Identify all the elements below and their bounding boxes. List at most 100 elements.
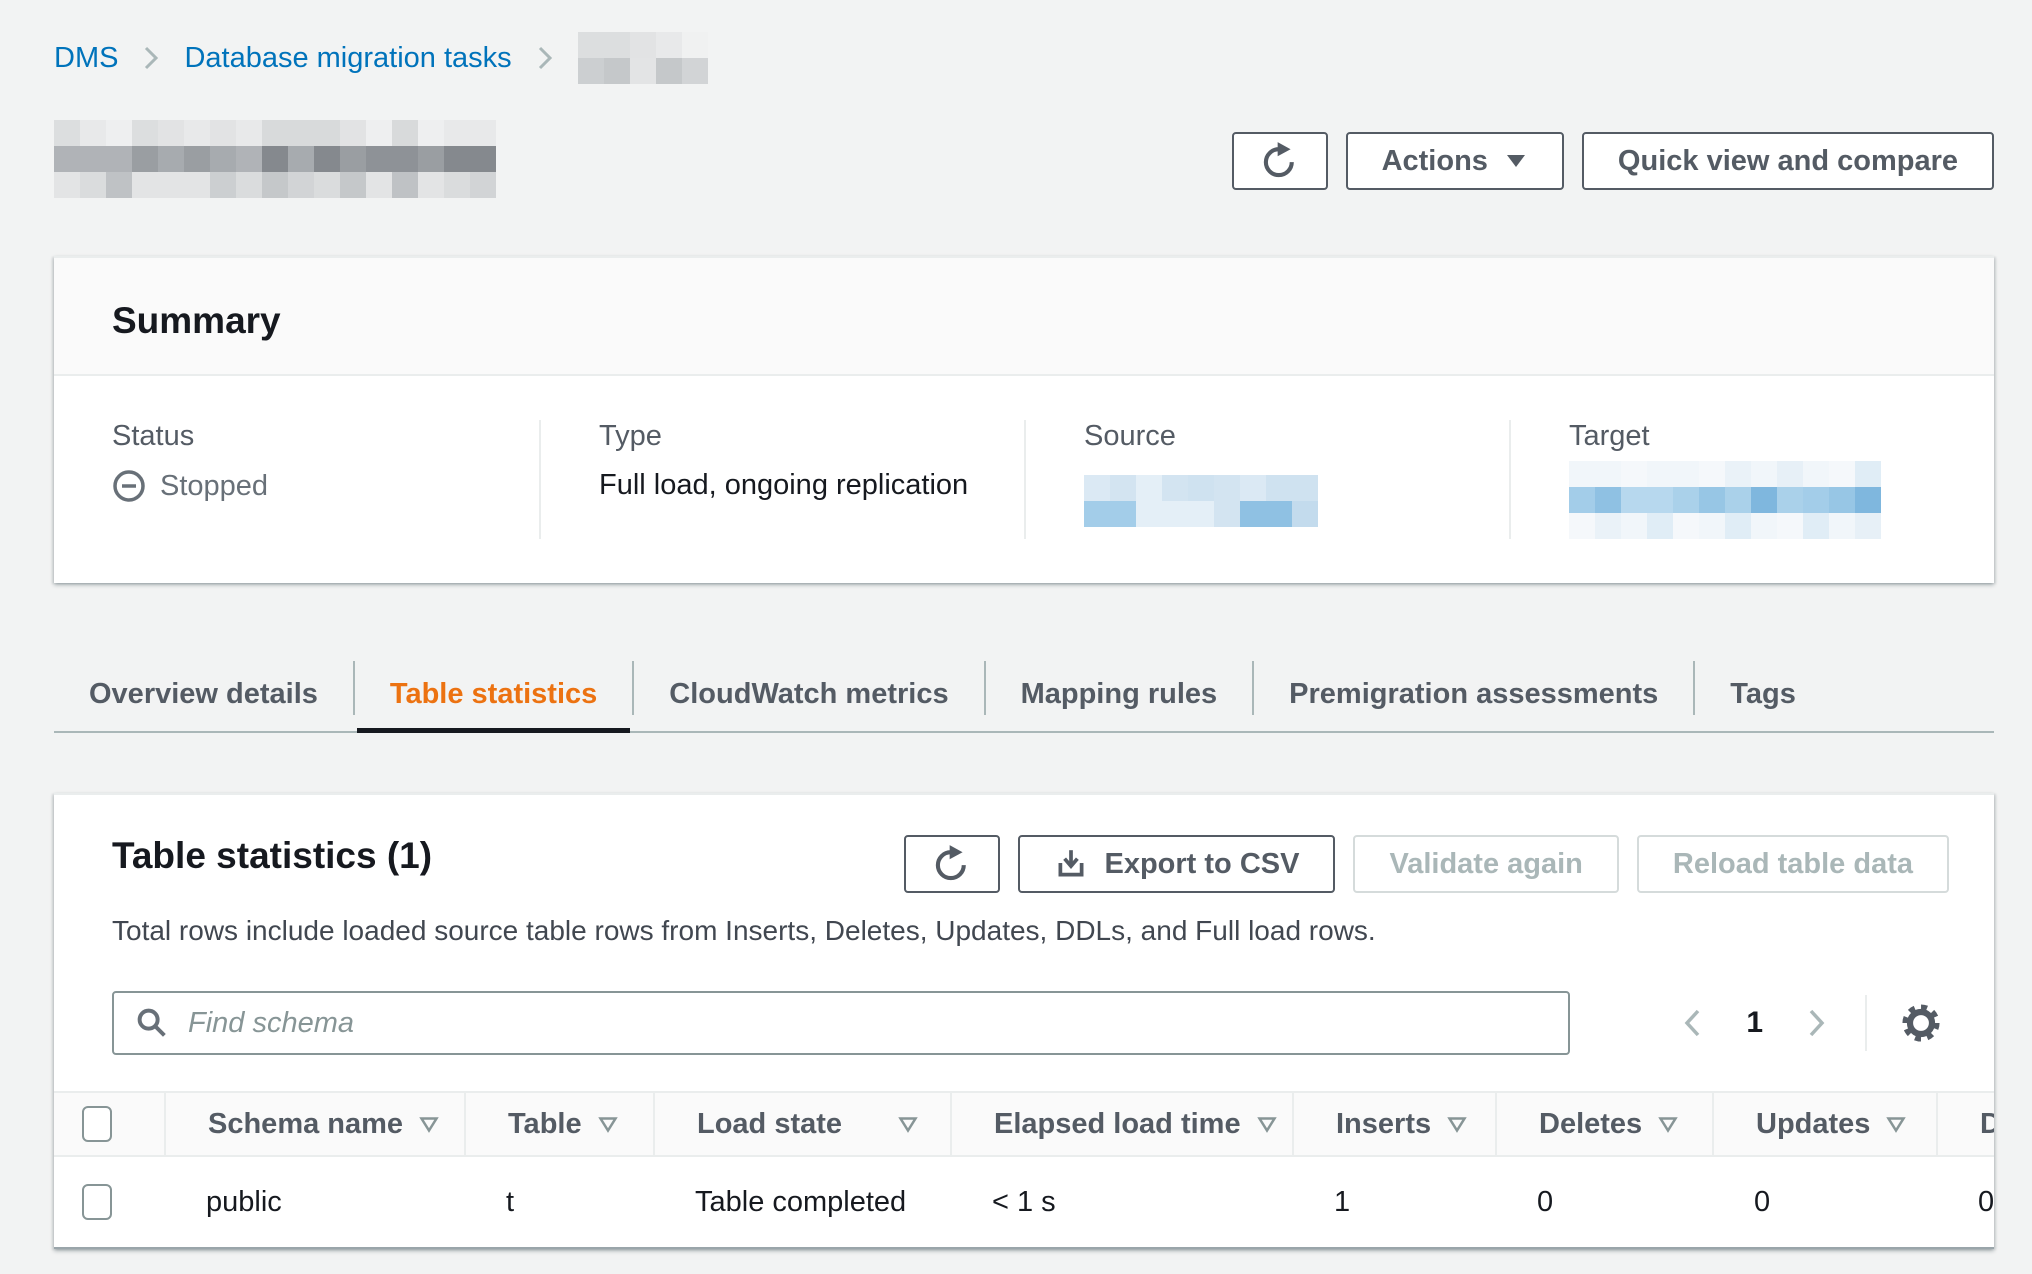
breadcrumb-separator-icon xyxy=(140,43,162,73)
column-header-deletes: Deletes xyxy=(1495,1093,1712,1155)
column-header-label: Elapsed load time xyxy=(994,1108,1241,1141)
breadcrumb: DMS Database migration tasks xyxy=(54,36,1994,80)
tab-tags[interactable]: Tags xyxy=(1695,657,1831,731)
column-header-label: Inserts xyxy=(1336,1108,1431,1141)
schema-search-box xyxy=(112,991,1570,1055)
status-value: Stopped xyxy=(112,469,539,503)
column-header-label: Schema name xyxy=(208,1108,403,1141)
reload-table-data-button[interactable]: Reload table data xyxy=(1637,835,1949,893)
summary-field-source: Source xyxy=(1024,420,1509,539)
table-cell: 0 xyxy=(1712,1186,1936,1219)
column-header-label: Deletes xyxy=(1539,1108,1642,1141)
validate-again-button[interactable]: Validate again xyxy=(1353,835,1618,893)
download-icon xyxy=(1054,847,1088,881)
search-icon xyxy=(134,1005,170,1041)
page-content: DMS Database migration tasks Actions xyxy=(0,0,2032,1249)
tab-cloudwatch-metrics[interactable]: CloudWatch metrics xyxy=(634,657,983,731)
table-statistics-header: Table statistics (1) xyxy=(54,795,1994,947)
table-cell: 1 xyxy=(1292,1186,1495,1219)
export-to-csv-label: Export to CSV xyxy=(1104,848,1299,881)
table-statistics-title: Table statistics (1) xyxy=(112,835,432,877)
refresh-icon xyxy=(932,844,972,884)
next-page-button[interactable] xyxy=(1793,997,1839,1049)
tab-overview-details[interactable]: Overview details xyxy=(54,657,353,731)
detail-tabs: Overview details Table statistics CloudW… xyxy=(54,657,1994,733)
page-header: Actions Quick view and compare xyxy=(54,120,1994,198)
tab-table-statistics[interactable]: Table statistics xyxy=(355,657,632,731)
summary-panel: Summary Status Stopped Type Full load, xyxy=(54,256,1994,583)
column-header-load-state: Load state xyxy=(653,1093,950,1155)
previous-page-button[interactable] xyxy=(1670,997,1716,1049)
table-refresh-button[interactable] xyxy=(904,835,1000,893)
row-checkbox[interactable] xyxy=(82,1184,112,1220)
status-text: Stopped xyxy=(160,470,268,503)
sort-icon[interactable] xyxy=(598,1116,618,1133)
table-row: publictTable completed< 1 s1000 xyxy=(54,1157,1994,1247)
summary-panel-body: Status Stopped Type Full load, ongoing r… xyxy=(54,376,1994,583)
sort-icon[interactable] xyxy=(1658,1116,1678,1133)
breadcrumb-separator-icon xyxy=(534,43,556,73)
table-cell: 0 xyxy=(1936,1186,1994,1219)
column-header-schema-name: Schema name xyxy=(164,1093,464,1155)
summary-field-status: Status Stopped xyxy=(54,420,539,539)
table-statistics-actions: Export to CSV Validate again Reload tabl… xyxy=(904,835,1949,893)
export-to-csv-button[interactable]: Export to CSV xyxy=(1018,835,1335,893)
table-cell: public xyxy=(164,1186,464,1219)
table-statistics-panel: Table statistics (1) xyxy=(54,793,1994,1249)
header-toolbar: Actions Quick view and compare xyxy=(1232,132,1994,190)
table-cell: 0 xyxy=(1495,1186,1712,1219)
breadcrumb-link-dms[interactable]: DMS xyxy=(54,42,118,75)
table-cell: < 1 s xyxy=(950,1186,1292,1219)
table-filter-row: 1 xyxy=(54,991,1994,1055)
sort-icon[interactable] xyxy=(1886,1116,1906,1133)
stopped-icon xyxy=(112,469,146,503)
source-label: Source xyxy=(1084,420,1509,453)
quick-view-compare-label: Quick view and compare xyxy=(1618,145,1958,178)
column-header-label: Load state xyxy=(697,1108,842,1141)
table-cell: t xyxy=(464,1186,653,1219)
table-statistics-description: Total rows include loaded source table r… xyxy=(112,915,1949,947)
chevron-right-icon xyxy=(1801,1005,1831,1041)
column-header-label: DDLs xyxy=(1980,1108,1994,1141)
sort-icon[interactable] xyxy=(1257,1116,1277,1133)
pagination: 1 xyxy=(1670,995,1949,1051)
gear-icon xyxy=(1899,1001,1943,1045)
column-header-updates: Updates xyxy=(1712,1093,1936,1155)
statistics-table: Schema name Table Load state Elapsed load t… xyxy=(54,1091,1994,1247)
quick-view-compare-button[interactable]: Quick view and compare xyxy=(1582,132,1994,190)
tab-premigration-assessments[interactable]: Premigration assessments xyxy=(1254,657,1693,731)
breadcrumb-link-tasks[interactable]: Database migration tasks xyxy=(184,42,511,75)
column-header-label: Table xyxy=(508,1108,582,1141)
row-checkbox-cell xyxy=(54,1157,164,1247)
redacted-target-link[interactable] xyxy=(1569,461,1881,539)
column-header-label: Updates xyxy=(1756,1108,1870,1141)
redacted-page-title xyxy=(54,120,496,198)
summary-field-target: Target xyxy=(1509,420,1994,539)
tab-mapping-rules[interactable]: Mapping rules xyxy=(986,657,1253,731)
select-all-checkbox[interactable] xyxy=(82,1106,112,1142)
breadcrumb-redacted-task-name[interactable] xyxy=(578,32,708,84)
sort-icon[interactable] xyxy=(898,1116,918,1133)
table-header-row: Schema name Table Load state Elapsed load t… xyxy=(54,1091,1994,1157)
actions-button[interactable]: Actions xyxy=(1346,132,1564,190)
caret-down-icon xyxy=(1504,152,1528,170)
redacted-source-link[interactable] xyxy=(1084,475,1318,527)
summary-panel-header: Summary xyxy=(54,258,1994,376)
sort-icon[interactable] xyxy=(1447,1116,1467,1133)
reload-table-data-label: Reload table data xyxy=(1673,848,1913,881)
column-header-inserts: Inserts xyxy=(1292,1093,1495,1155)
column-header-table: Table xyxy=(464,1093,653,1155)
current-page-number: 1 xyxy=(1724,1006,1785,1040)
find-schema-input[interactable] xyxy=(186,1006,1548,1041)
table-settings-button[interactable] xyxy=(1893,995,1949,1051)
sort-icon[interactable] xyxy=(419,1116,439,1133)
table-cell: Table completed xyxy=(653,1186,950,1219)
pagination-divider xyxy=(1865,995,1867,1051)
actions-button-label: Actions xyxy=(1382,145,1488,178)
table-body: publictTable completed< 1 s1000 xyxy=(54,1157,1994,1247)
validate-again-label: Validate again xyxy=(1389,848,1582,881)
refresh-button[interactable] xyxy=(1232,132,1328,190)
column-header-elapsed-load-time: Elapsed load time xyxy=(950,1093,1292,1155)
refresh-icon xyxy=(1260,141,1300,181)
summary-field-type: Type Full load, ongoing replication xyxy=(539,420,1024,539)
